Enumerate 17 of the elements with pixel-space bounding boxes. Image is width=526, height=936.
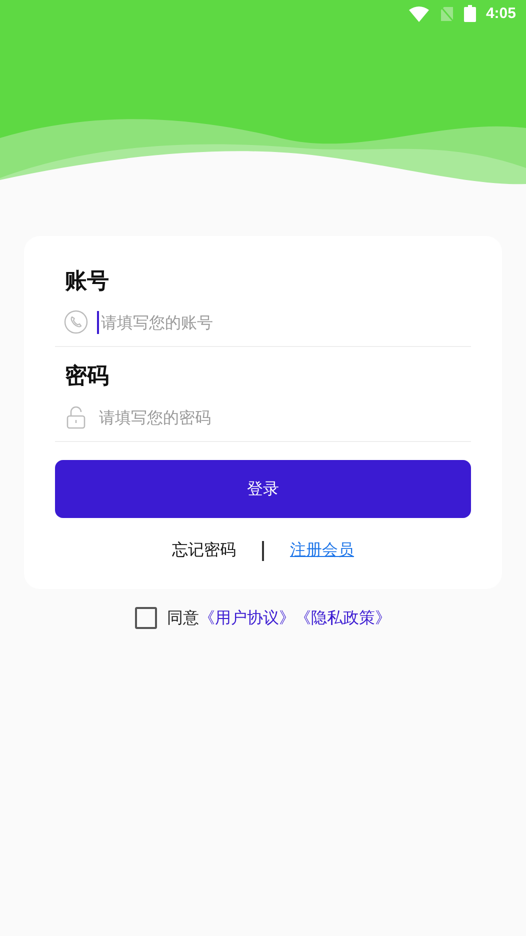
no-sim-icon	[440, 6, 454, 22]
input-field[interactable]: 请填写您的账号	[97, 310, 471, 334]
agreement-checkbox[interactable]	[135, 607, 157, 629]
terms-link[interactable]: 《用户协议》	[199, 608, 295, 628]
battery-icon	[464, 5, 476, 22]
field-label: 密码	[64, 362, 110, 391]
login-button[interactable]: 登录	[55, 460, 471, 518]
phone-icon	[64, 310, 88, 334]
input-field[interactable]: 请填写您的密码	[97, 406, 471, 428]
lock-icon	[64, 405, 88, 429]
forgot-password-link[interactable]: 忘记密码	[172, 540, 236, 561]
wifi-icon	[408, 6, 430, 22]
agreement-text: 同意	[167, 608, 199, 628]
privacy-link[interactable]: 《隐私政策》	[295, 608, 391, 628]
clock-time: 4:05	[486, 5, 516, 22]
register-link[interactable]: 注册会员	[290, 540, 354, 561]
field-label: 账号	[64, 268, 110, 296]
